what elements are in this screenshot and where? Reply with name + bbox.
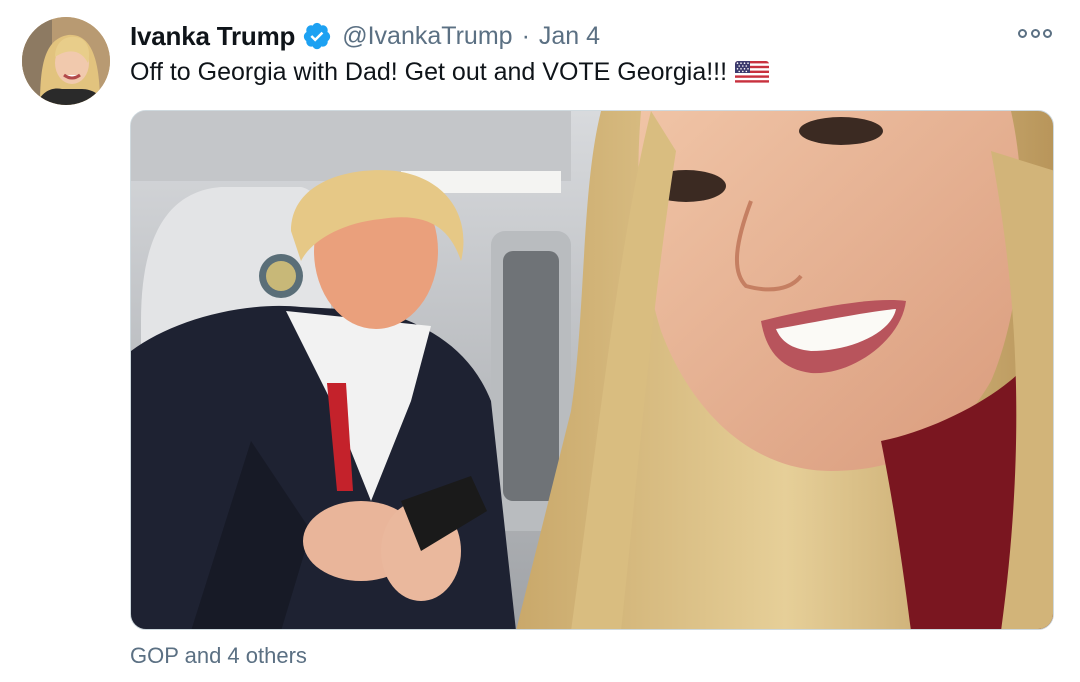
tweet-text: Off to Georgia with Dad! Get out and VOT… — [130, 58, 770, 87]
avatar[interactable] — [22, 17, 110, 105]
tweet[interactable]: Ivanka Trump @IvankaTrump · Jan 4 Off to… — [0, 0, 1080, 682]
more-options-icon[interactable] — [1018, 22, 1052, 44]
tweet-photo[interactable] — [130, 110, 1054, 630]
tweet-header: Ivanka Trump @IvankaTrump · Jan 4 — [130, 16, 600, 56]
author-handle[interactable]: @IvankaTrump — [342, 22, 512, 51]
tweet-text-content: Off to Georgia with Dad! Get out and VOT… — [130, 58, 728, 86]
separator-dot: · — [521, 21, 530, 50]
avatar-image — [22, 17, 110, 105]
us-flag-emoji — [735, 60, 770, 85]
author-name[interactable]: Ivanka Trump — [130, 21, 295, 52]
verified-badge-icon — [302, 21, 332, 51]
tagged-users-link[interactable]: GOP and 4 others — [130, 643, 307, 669]
tweet-timestamp[interactable]: Jan 4 — [539, 22, 600, 51]
photo-image — [131, 111, 1053, 629]
